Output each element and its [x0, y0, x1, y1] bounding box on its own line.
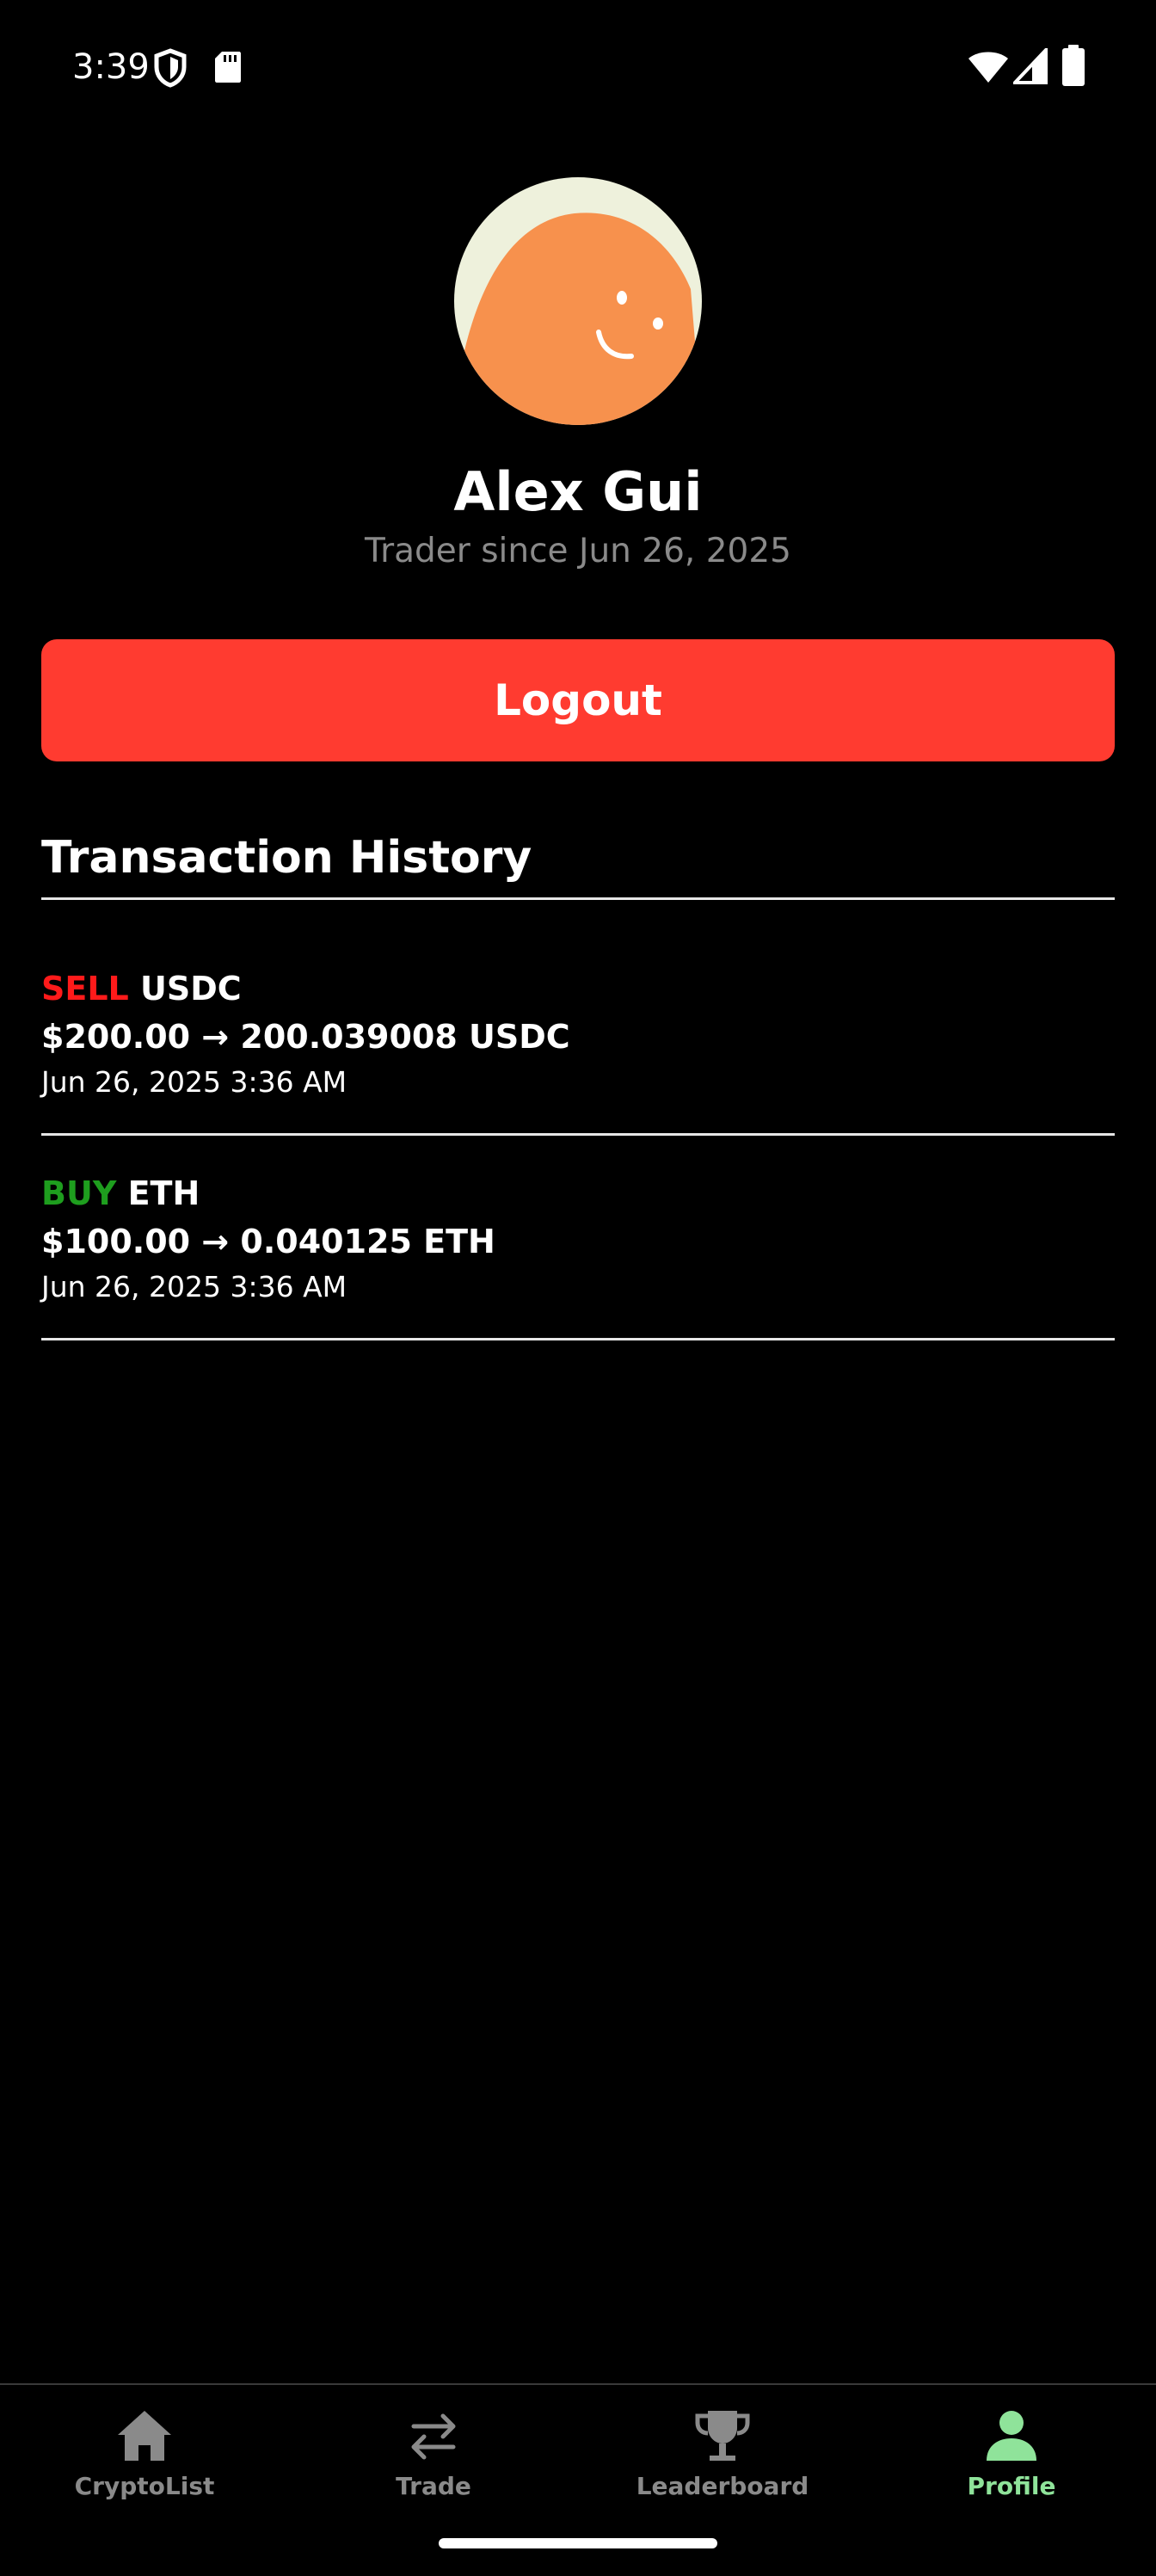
divider [41, 1338, 1115, 1340]
transaction-item: BUY ETH $100.00 → 0.040125 ETH Jun 26, 2… [41, 1172, 1115, 1335]
transaction-item: SELL USDC $200.00 → 200.039008 USDC Jun … [41, 967, 1115, 1131]
battery-icon [1062, 45, 1085, 86]
transaction-header: BUY ETH [41, 1172, 200, 1215]
home-icon [118, 2411, 171, 2461]
nav-item-profile[interactable]: Profile [867, 2385, 1156, 2514]
nav-item-leaderboard[interactable]: Leaderboard [578, 2385, 867, 2514]
status-time: 3:39 [72, 47, 150, 87]
transaction-side: BUY [41, 1174, 117, 1212]
home-indicator[interactable] [439, 2538, 717, 2548]
status-bar: 3:39 [0, 0, 1156, 129]
swap-arrows-icon [411, 2413, 456, 2460]
divider [41, 1133, 1115, 1136]
nav-label: CryptoList [74, 2472, 215, 2500]
user-name: Alex Gui [453, 460, 703, 523]
transaction-header: SELL USDC [41, 967, 242, 1010]
nav-item-cryptolist[interactable]: CryptoList [0, 2385, 289, 2514]
transaction-history-title: Transaction History [41, 832, 532, 884]
logout-button[interactable]: Logout [41, 639, 1115, 761]
divider [41, 897, 1115, 900]
transaction-timestamp: Jun 26, 2025 3:36 AM [41, 1065, 347, 1099]
person-icon [987, 2411, 1036, 2461]
shield-icon [154, 48, 187, 88]
nav-label: Profile [967, 2472, 1056, 2500]
transaction-timestamp: Jun 26, 2025 3:36 AM [41, 1270, 347, 1303]
avatar [454, 177, 702, 425]
transaction-asset: USDC [140, 970, 242, 1008]
avatar-orange-smile-icon [454, 177, 702, 425]
transaction-amount: $100.00 → 0.040125 ETH [41, 1223, 495, 1260]
trader-since: Trader since Jun 26, 2025 [365, 532, 791, 570]
nav-label: Leaderboard [636, 2472, 809, 2500]
nav-item-trade[interactable]: Trade [289, 2385, 578, 2514]
signal-icon [1013, 48, 1048, 84]
transaction-side: SELL [41, 970, 129, 1008]
nav-label: Trade [396, 2472, 471, 2500]
trophy-icon [695, 2411, 750, 2461]
transaction-amount: $200.00 → 200.039008 USDC [41, 1018, 570, 1056]
wifi-icon [968, 52, 1008, 83]
sd-card-icon [215, 52, 241, 83]
transaction-asset: ETH [127, 1174, 200, 1212]
